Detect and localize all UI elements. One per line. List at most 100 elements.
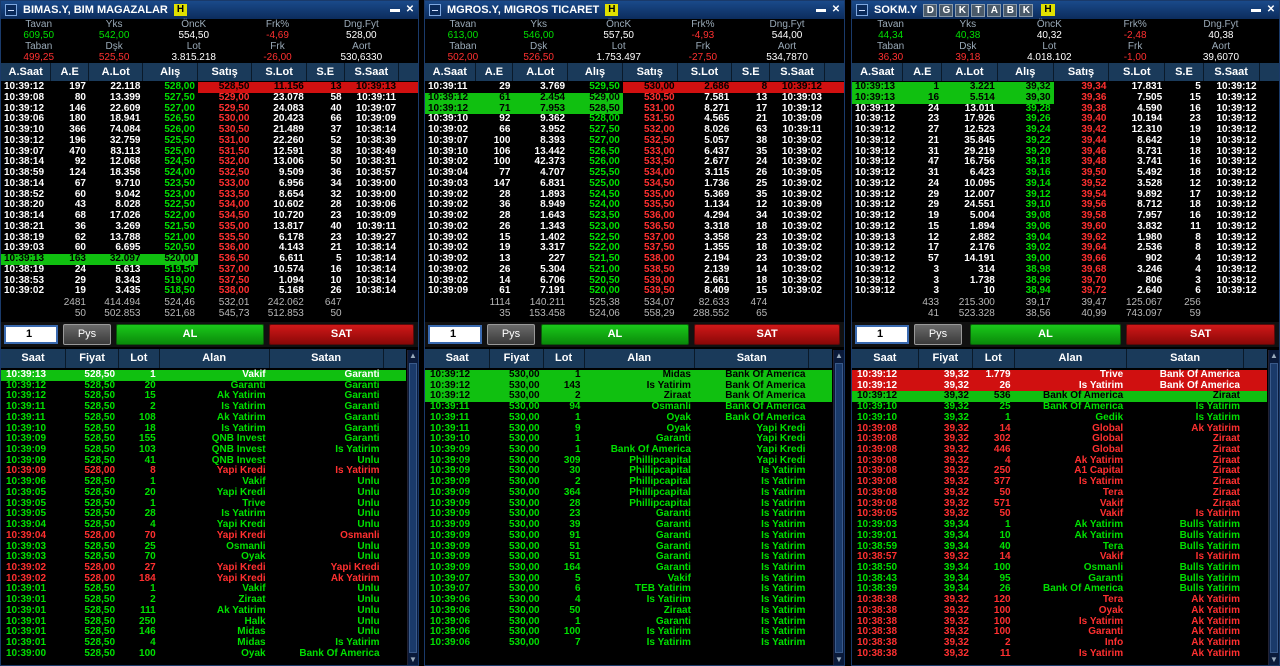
depth-row[interactable]: 10:39:12 196 32.759 525,50 531,00 22.260 52 10:…: [1, 135, 418, 147]
trade-row[interactable]: 10:39:09 528,00 8 Yapi Kredi Is Yatirim: [1, 466, 406, 477]
minimize-icon[interactable]: ▬: [1251, 4, 1261, 15]
minimize-icon[interactable]: ▬: [390, 4, 400, 15]
close-icon[interactable]: ✕: [831, 4, 841, 15]
scroll-up-icon[interactable]: ▲: [1269, 350, 1279, 361]
depth-header-cell[interactable]: A.E: [51, 63, 89, 81]
quantity-input[interactable]: 1: [855, 325, 909, 344]
trade-row[interactable]: 10:39:06 530,00 7 Is Yatirim Is Yatirim: [425, 637, 832, 649]
scroll-down-icon[interactable]: ▼: [408, 654, 418, 665]
scroll-down-icon[interactable]: ▼: [1269, 654, 1279, 665]
buy-button[interactable]: AL: [969, 324, 1122, 345]
trade-row[interactable]: 10:39:01 39,34 10 Ak Yatirim Bulls Yatirim: [852, 530, 1267, 542]
code-button[interactable]: G: [939, 3, 954, 17]
depth-row[interactable]: 10:39:10 92 9.362 528,00 531,50 4.565 21 10:39:…: [425, 113, 844, 125]
trade-row[interactable]: 10:39:11 530,00 1 Oyak Bank Of America: [425, 412, 832, 424]
buy-button[interactable]: AL: [540, 324, 690, 345]
depth-header-cell[interactable]: Satış: [1054, 63, 1110, 81]
depth-row[interactable]: 10:38:14 67 9.710 523,50 533,00 6.956 34 10:39:…: [1, 178, 418, 190]
trade-row[interactable]: 10:39:04 528,00 70 Yapi Kredi Osmanli: [1, 530, 406, 542]
h-badge[interactable]: H: [173, 4, 188, 16]
trade-row[interactable]: 10:39:05 528,50 28 Is Yatirim Unlu: [1, 509, 406, 520]
depth-header-cell[interactable]: S.Lot: [252, 63, 307, 81]
depth-row[interactable]: 10:39:09 61 7.191 520,00 539,50 8.409 15 10:39:…: [425, 285, 844, 297]
trades-header-cell[interactable]: Satan: [1127, 349, 1244, 368]
window-title-bar[interactable]: MGROS.Y, MIGROS TICARET H ▬ ✕: [425, 1, 844, 19]
depth-header-cell[interactable]: Satış: [198, 63, 253, 81]
depth-header-cell[interactable]: Alış: [143, 63, 198, 81]
h-badge[interactable]: H: [1041, 4, 1055, 16]
scroll-thumb[interactable]: [409, 363, 417, 653]
trade-row[interactable]: 10:39:09 528,50 103 QNB Invest Is Yatirim: [1, 444, 406, 456]
scroll-thumb[interactable]: [1270, 363, 1278, 653]
close-icon[interactable]: ✕: [1266, 4, 1276, 15]
depth-header-cell[interactable]: A.Lot: [513, 63, 569, 81]
code-button[interactable]: D: [923, 3, 938, 17]
depth-row[interactable]: 10:39:12 17 2.176 39,02 39,64 2.536 8 10:39:12: [852, 242, 1279, 254]
scroll-down-icon[interactable]: ▼: [834, 654, 844, 665]
depth-row[interactable]: 10:39:12 57 14.191 39,00 39,66 902 4 10:39:12: [852, 253, 1279, 265]
depth-row[interactable]: 10:39:12 3 1.738 38,96 39,70 806 3 10:39:12: [852, 275, 1279, 287]
depth-header-cell[interactable]: A.Lot: [89, 63, 144, 81]
trades-header-cell[interactable]: Alan: [585, 349, 695, 368]
trade-row[interactable]: 10:39:01 528,50 111 Ak Yatirim Unlu: [1, 605, 406, 617]
trade-row[interactable]: 10:38:38 39,32 11 Is Yatirim Ak Yatirim: [852, 648, 1267, 660]
depth-row[interactable]: 10:39:12 29 24.551 39,10 39,56 8.712 18 10:39:1…: [852, 199, 1279, 211]
trades-header-cell[interactable]: Satan: [270, 349, 384, 368]
depth-header-cell[interactable]: S.E: [1165, 63, 1204, 81]
depth-header-cell[interactable]: Alış: [998, 63, 1054, 81]
depth-row[interactable]: 10:39:12 3 314 38,98 39,68 3.246 4 10:39:12: [852, 264, 1279, 276]
depth-row[interactable]: 10:39:02 26 5.304 521,00 538,50 2.139 14 10:39:…: [425, 264, 844, 276]
trade-row[interactable]: 10:38:38 39,32 100 Oyak Ak Yatirim: [852, 605, 1267, 617]
quantity-input[interactable]: 1: [4, 325, 58, 344]
trades-header-cell[interactable]: Lot: [119, 349, 160, 368]
depth-row[interactable]: 10:39:12 24 10.095 39,14 39,52 3.528 12 10:39:1…: [852, 178, 1279, 190]
close-icon[interactable]: ✕: [405, 4, 415, 15]
depth-row[interactable]: 10:39:12 197 22.118 528,00 528,50 11.156 13 10:…: [1, 81, 418, 93]
depth-row[interactable]: 10:39:02 26 1.343 523,00 536,50 3.318 18 10:39:…: [425, 221, 844, 233]
depth-header-cell[interactable]: Alış: [568, 63, 623, 81]
trade-row[interactable]: 10:39:06 528,50 1 Vakif Unlu: [1, 476, 406, 488]
depth-row[interactable]: 10:39:12 3 10 38,94 39,72 2.640 6 10:39:12: [852, 285, 1279, 297]
sell-button[interactable]: SAT: [694, 324, 840, 345]
trade-row[interactable]: 10:39:09 530,00 91 Garanti Is Yatirim: [425, 530, 832, 542]
trades-scrollbar[interactable]: ▲ ▼: [833, 350, 844, 665]
trades-header-cell[interactable]: Alan: [160, 349, 270, 368]
depth-header-cell[interactable]: A.Saat: [425, 63, 476, 81]
depth-row[interactable]: 10:39:12 19 5.004 39,08 39,58 7.957 16 10:39:12: [852, 210, 1279, 222]
trades-header-cell[interactable]: Satan: [695, 349, 810, 368]
window-menu-icon[interactable]: [5, 4, 17, 16]
depth-row[interactable]: 10:39:12 31 29.219 39,20 39,46 8.731 18 10:39:1…: [852, 146, 1279, 158]
depth-row[interactable]: 10:39:08 80 13.399 527,50 529,00 23.078 58 10:3…: [1, 92, 418, 104]
trades-header-cell[interactable]: Fiyat: [66, 349, 120, 368]
depth-header-cell[interactable]: A.E: [903, 63, 943, 81]
depth-row[interactable]: 10:39:12 23 17.926 39,26 39,40 10.194 23 10:39:…: [852, 113, 1279, 125]
depth-header-cell[interactable]: S.E: [732, 63, 771, 81]
trades-header-cell[interactable]: Lot: [544, 349, 585, 368]
depth-row[interactable]: 10:39:12 24 13.011 39,28 39,38 4.590 16 10:39:1…: [852, 103, 1279, 115]
market-order-button[interactable]: Pys: [487, 324, 535, 345]
trades-header-cell[interactable]: Saat: [852, 349, 919, 368]
trade-row[interactable]: 10:39:05 528,50 20 Yapi Kredi Unlu: [1, 487, 406, 499]
depth-header-cell[interactable]: A.Saat: [852, 63, 904, 81]
window-menu-icon[interactable]: [429, 4, 441, 16]
trade-row[interactable]: 10:39:08 39,32 446 Global Ziraat: [852, 444, 1267, 456]
trades-header-cell[interactable]: Saat: [425, 349, 491, 368]
trade-row[interactable]: 10:39:08 39,32 14 Global Ak Yatirim: [852, 423, 1267, 435]
sell-button[interactable]: SAT: [269, 324, 414, 345]
trade-row[interactable]: 10:39:01 528,50 1 Vakif Unlu: [1, 584, 406, 595]
window-menu-icon[interactable]: [856, 4, 868, 16]
depth-row[interactable]: 10:39:13 16 5.514 39,30 39,36 7.505 15 10:39:12: [852, 92, 1279, 104]
trades-scrollbar[interactable]: ▲ ▼: [407, 350, 418, 665]
trade-row[interactable]: 10:39:01 528,50 250 Halk Unlu: [1, 616, 406, 628]
h-badge[interactable]: H: [605, 4, 619, 16]
trades-header-cell[interactable]: Lot: [973, 349, 1015, 368]
trades-header-cell[interactable]: Fiyat: [490, 349, 544, 368]
trade-row[interactable]: 10:39:11 528,50 108 Ak Yatirim Garanti: [1, 412, 406, 424]
window-title-bar[interactable]: BIMAS.Y, BIM MAGAZALAR H ▬ ✕: [1, 1, 418, 19]
depth-header-cell[interactable]: Satış: [623, 63, 678, 81]
depth-row[interactable]: 10:39:12 29 12.007 39,12 39,54 9.892 17 10:39:1…: [852, 189, 1279, 201]
trades-header-cell[interactable]: Fiyat: [919, 349, 973, 368]
trade-row[interactable]: 10:39:08 39,32 377 Is Yatirim Ziraat: [852, 476, 1267, 488]
trade-row[interactable]: 10:39:08 39,32 4 Ak Yatirim Ziraat: [852, 455, 1267, 467]
depth-header-cell[interactable]: S.Saat: [345, 63, 400, 81]
